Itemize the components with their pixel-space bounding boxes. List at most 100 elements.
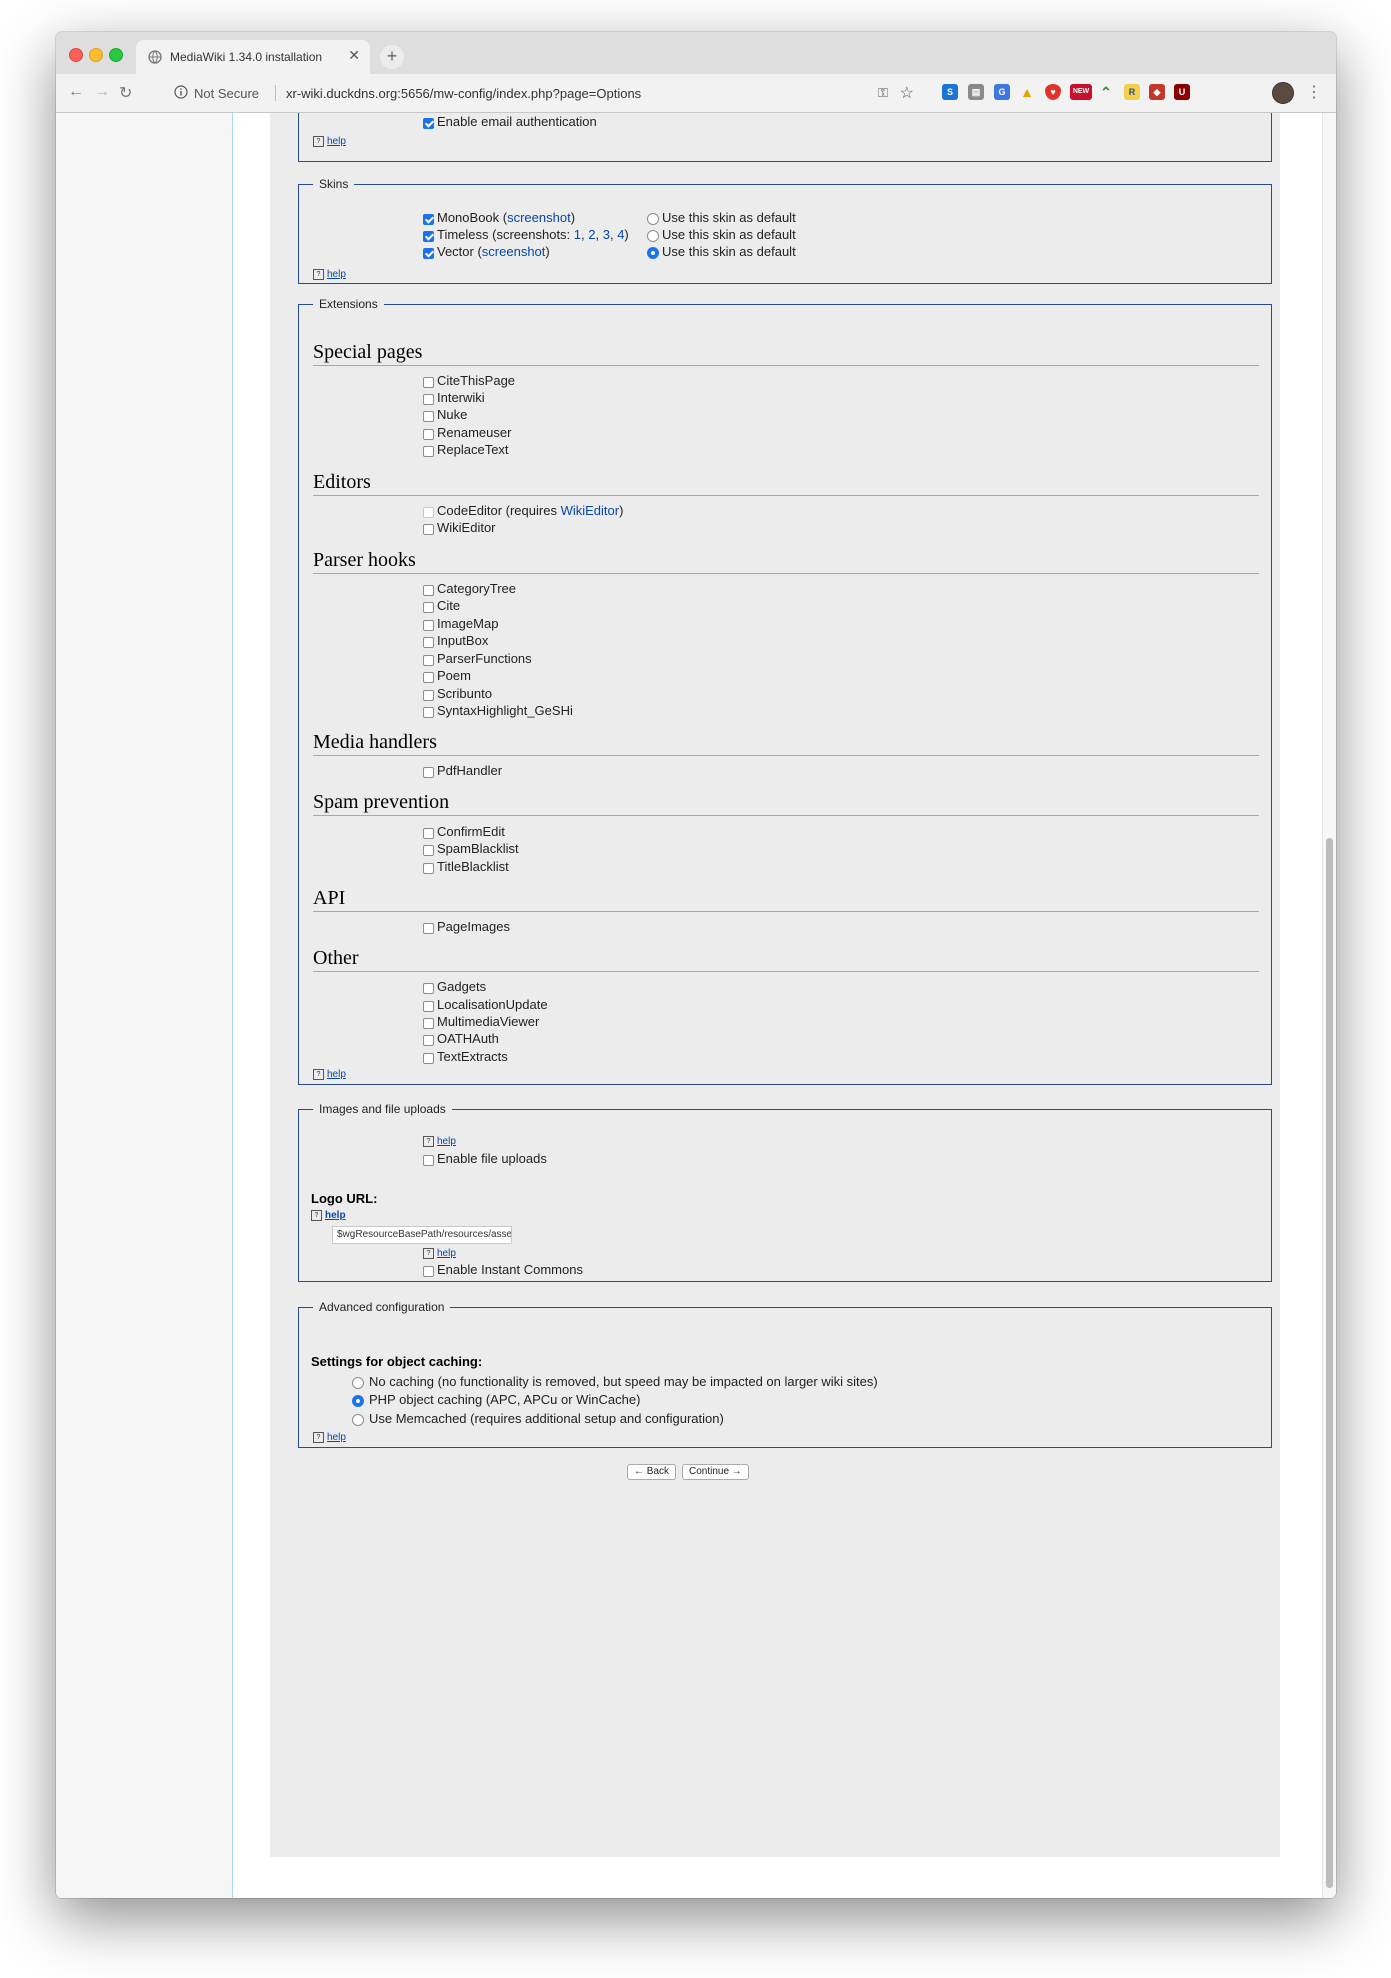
enable-uploads-checkbox[interactable] <box>423 1155 434 1166</box>
skins-help[interactable]: ? help <box>313 269 346 280</box>
oathauth-checkbox[interactable] <box>423 1035 434 1046</box>
forward-arrow-icon[interactable]: → <box>94 83 110 101</box>
instant-commons-checkbox[interactable] <box>423 1266 434 1277</box>
logo-url-input[interactable]: $wgResourceBasePath/resources/assets/w <box>332 1226 512 1244</box>
localisationupdate-checkbox[interactable] <box>423 1001 434 1012</box>
replacetext-checkbox[interactable] <box>423 446 434 457</box>
vector-screenshot-link[interactable]: screenshot <box>482 244 546 259</box>
extension-screen-icon[interactable]: ▤ <box>968 84 984 100</box>
vector-checkbox[interactable] <box>423 248 434 259</box>
timeless-screenshot-2-link[interactable]: 2 <box>588 227 595 242</box>
extensions-fieldset: Extensions Special pages CiteThisPage In… <box>298 297 1272 1085</box>
advanced-legend: Advanced configuration <box>319 1300 445 1314</box>
spamblacklist-checkbox[interactable] <box>423 845 434 856</box>
browser-tab[interactable]: MediaWiki 1.34.0 installation ✕ <box>136 40 370 74</box>
timeless-screenshot-3-link[interactable]: 3 <box>603 227 610 242</box>
new-tab-button[interactable]: + <box>380 45 404 69</box>
email-auth-checkbox[interactable] <box>423 118 434 129</box>
timeless-screenshot-1-link[interactable]: 1 <box>574 227 581 242</box>
syntaxhighlight-checkbox[interactable] <box>423 707 434 718</box>
gadgets-checkbox[interactable] <box>423 983 434 994</box>
pageimages-checkbox[interactable] <box>423 923 434 934</box>
extension-green-icon[interactable]: ⌃ <box>1098 84 1114 100</box>
key-icon[interactable]: ⚿ <box>878 85 888 101</box>
close-window-button[interactable] <box>69 48 83 62</box>
confirmedit-checkbox[interactable] <box>423 828 434 839</box>
cite-checkbox[interactable] <box>423 602 434 613</box>
uploads-help[interactable]: ? help <box>423 1136 456 1147</box>
email-fieldset: Enable email authentication ? help <box>298 113 1272 162</box>
tab-title: MediaWiki 1.34.0 installation <box>170 50 323 64</box>
memcached-radio[interactable] <box>352 1414 364 1426</box>
page-scrollbar[interactable] <box>1322 113 1336 1898</box>
pdfhandler-checkbox[interactable] <box>423 767 434 778</box>
ublock-icon[interactable]: U <box>1174 84 1190 100</box>
skins-fieldset: Skins MonoBook (screenshot) Use this ski… <box>298 177 1272 284</box>
profile-avatar[interactable] <box>1272 82 1294 104</box>
interwiki-checkbox[interactable] <box>423 394 434 405</box>
advanced-help[interactable]: ? help <box>313 1432 346 1443</box>
php-caching-radio[interactable] <box>352 1395 364 1407</box>
enable-uploads-label: Enable file uploads <box>437 1151 547 1166</box>
back-arrow-icon[interactable]: ← <box>68 83 84 101</box>
instant-commons-help[interactable]: ? help <box>423 1248 456 1259</box>
extensions-help[interactable]: ? help <box>313 1069 346 1080</box>
monobook-default-radio[interactable] <box>647 213 659 225</box>
vector-default-radio[interactable] <box>647 247 659 259</box>
inputbox-label: InputBox <box>437 633 489 648</box>
close-tab-icon[interactable]: ✕ <box>348 47 360 64</box>
wikieditor-checkbox[interactable] <box>423 524 434 535</box>
timeless-checkbox[interactable] <box>423 231 434 242</box>
address-bar[interactable]: Not Secure xr-wiki.duckdns.org:5656/mw-c… <box>164 79 924 107</box>
imagemap-checkbox[interactable] <box>423 620 434 631</box>
reload-icon[interactable]: ↻ <box>119 83 132 103</box>
new-badge-icon[interactable]: NEW <box>1070 84 1092 100</box>
scribunto-checkbox[interactable] <box>423 690 434 701</box>
multimediaviewer-checkbox[interactable] <box>423 1018 434 1029</box>
no-caching-radio[interactable] <box>352 1377 364 1389</box>
logo-url-label: Logo URL: <box>311 1191 378 1206</box>
spam-prevention-heading: Spam prevention <box>313 791 1259 816</box>
logo-help[interactable]: ? help <box>311 1210 346 1221</box>
editors-heading: Editors <box>313 471 1259 496</box>
shield-icon[interactable]: ♥ <box>1045 84 1061 100</box>
vector-label: Vector (screenshot) <box>437 244 550 259</box>
nuke-checkbox[interactable] <box>423 411 434 422</box>
object-caching-label: Settings for object caching: <box>311 1354 483 1369</box>
renameuser-label: Renameuser <box>437 425 512 440</box>
titleblacklist-checkbox[interactable] <box>423 863 434 874</box>
browser-window: MediaWiki 1.34.0 installation ✕ + ← → ↻ … <box>56 32 1336 1898</box>
continue-button[interactable]: Continue → <box>682 1464 749 1480</box>
more-menu-icon[interactable]: ⋮ <box>1306 82 1322 102</box>
wikieditor-link[interactable]: WikiEditor <box>561 503 620 518</box>
monobook-screenshot-link[interactable]: screenshot <box>507 210 571 225</box>
poem-checkbox[interactable] <box>423 672 434 683</box>
extension-r-icon[interactable]: R <box>1124 84 1140 100</box>
tag-icon[interactable]: ◆ <box>1149 84 1165 100</box>
scrollbar-thumb[interactable] <box>1326 838 1333 1888</box>
renameuser-checkbox[interactable] <box>423 429 434 440</box>
page-viewport: Enable email authentication ? help Skins … <box>56 113 1336 1898</box>
email-help[interactable]: ? help <box>313 136 346 147</box>
codeeditor-checkbox[interactable] <box>423 507 434 518</box>
timeless-default-radio[interactable] <box>647 230 659 242</box>
textextracts-checkbox[interactable] <box>423 1053 434 1064</box>
translate-icon[interactable]: G <box>994 84 1010 100</box>
no-caching-label: No caching (no functionality is removed,… <box>369 1374 878 1389</box>
monobook-checkbox[interactable] <box>423 214 434 225</box>
citethispage-checkbox[interactable] <box>423 377 434 388</box>
inputbox-checkbox[interactable] <box>423 637 434 648</box>
categorytree-checkbox[interactable] <box>423 585 434 596</box>
warning-icon[interactable]: ▲ <box>1019 84 1035 100</box>
pageimages-label: PageImages <box>437 919 510 934</box>
bookmark-star-icon[interactable]: ☆ <box>900 83 914 103</box>
info-icon[interactable] <box>174 85 188 99</box>
parserfunctions-checkbox[interactable] <box>423 655 434 666</box>
minimize-window-button[interactable] <box>89 48 103 62</box>
extension-s-icon[interactable]: S <box>942 84 958 100</box>
imagemap-label: ImageMap <box>437 616 499 631</box>
monobook-label: MonoBook (screenshot) <box>437 210 576 225</box>
maximize-window-button[interactable] <box>109 48 123 62</box>
url-text[interactable]: xr-wiki.duckdns.org:5656/mw-config/index… <box>286 86 641 101</box>
back-button[interactable]: ← Back <box>627 1464 677 1480</box>
